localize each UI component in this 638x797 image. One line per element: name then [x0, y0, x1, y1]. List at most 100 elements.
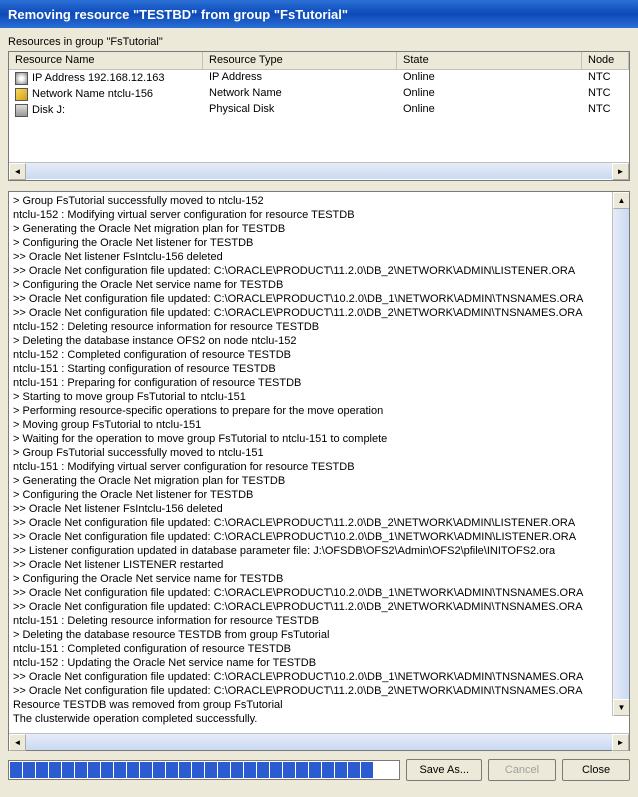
log-line: > Moving group FsTutorial to ntclu-151 [13, 418, 625, 432]
progress-block [49, 762, 61, 778]
log-line: >> Oracle Net configuration file updated… [13, 600, 625, 614]
log-line: > Configuring the Oracle Net service nam… [13, 572, 625, 586]
log-hscroll[interactable]: ◄ ► [9, 733, 629, 750]
progress-block [88, 762, 100, 778]
cell-state: Online [397, 70, 582, 86]
log-line: >> Oracle Net listener FsIntclu-156 dele… [13, 250, 625, 264]
log-line: > Starting to move group FsTutorial to n… [13, 390, 625, 404]
log-line: > Group FsTutorial successfully moved to… [13, 446, 625, 460]
progress-block [309, 762, 321, 778]
log-line: ntclu-151 : Deleting resource informatio… [13, 614, 625, 628]
cell-type: IP Address [203, 70, 397, 86]
save-as-button[interactable]: Save As... [406, 759, 482, 781]
resources-group-label: Resources in group "FsTutorial" [8, 36, 630, 48]
progress-bar [8, 760, 400, 780]
progress-block [75, 762, 87, 778]
log-line: > Deleting the database resource TESTDB … [13, 628, 625, 642]
cell-name: Network Name ntclu-156 [32, 88, 153, 100]
progress-block [348, 762, 360, 778]
log-line: >> Oracle Net configuration file updated… [13, 586, 625, 600]
scroll-track[interactable] [26, 163, 612, 179]
log-line: ntclu-151 : Completed configuration of r… [13, 642, 625, 656]
scroll-left-icon[interactable]: ◄ [9, 163, 26, 180]
progress-block [296, 762, 308, 778]
close-button[interactable]: Close [562, 759, 630, 781]
cancel-button: Cancel [488, 759, 556, 781]
col-header-node[interactable]: Node [582, 52, 629, 69]
titlebar: Removing resource "TESTBD" from group "F… [0, 0, 638, 28]
cell-type: Physical Disk [203, 102, 397, 118]
log-line: > Deleting the database instance OFS2 on… [13, 334, 625, 348]
resource-icon [15, 104, 28, 117]
col-header-type[interactable]: Resource Type [203, 52, 397, 69]
log-line: ntclu-151 : Starting configuration of re… [13, 362, 625, 376]
log-scroll-right-icon[interactable]: ► [612, 734, 629, 751]
resources-table: Resource Name Resource Type State Node I… [8, 51, 630, 181]
log-panel: > Group FsTutorial successfully moved to… [8, 191, 630, 751]
progress-block [140, 762, 152, 778]
log-scroll-left-icon[interactable]: ◄ [9, 734, 26, 751]
log-line: > Configuring the Oracle Net listener fo… [13, 236, 625, 250]
cell-name: Disk J: [32, 104, 65, 116]
log-vscroll[interactable]: ▲ ▼ [612, 192, 629, 716]
log-line: ntclu-152 : Completed configuration of r… [13, 348, 625, 362]
progress-block [322, 762, 334, 778]
progress-block [335, 762, 347, 778]
log-line: >> Oracle Net listener FsIntclu-156 dele… [13, 502, 625, 516]
log-line: >> Oracle Net configuration file updated… [13, 516, 625, 530]
log-scroll-track[interactable] [26, 734, 612, 750]
bottom-bar: Save As... Cancel Close [8, 759, 630, 781]
log-line: ntclu-152 : Deleting resource informatio… [13, 320, 625, 334]
progress-block [205, 762, 217, 778]
log-line: >> Listener configuration updated in dat… [13, 544, 625, 558]
progress-block [231, 762, 243, 778]
progress-block [62, 762, 74, 778]
log-line: > Generating the Oracle Net migration pl… [13, 222, 625, 236]
log-line: > Group FsTutorial successfully moved to… [13, 194, 625, 208]
log-line: >> Oracle Net configuration file updated… [13, 530, 625, 544]
cell-state: Online [397, 86, 582, 102]
log-line: > Configuring the Oracle Net listener fo… [13, 488, 625, 502]
table-hscroll[interactable]: ◄ ► [9, 162, 629, 179]
table-header-row: Resource Name Resource Type State Node [9, 52, 629, 70]
table-row[interactable]: IP Address 192.168.12.163 IP AddressOnlin… [9, 70, 629, 86]
cell-node: NTC [582, 86, 629, 102]
progress-block [36, 762, 48, 778]
progress-block [270, 762, 282, 778]
log-line: > Configuring the Oracle Net service nam… [13, 278, 625, 292]
log-line: Resource TESTDB was removed from group F… [13, 698, 625, 712]
log-lines: > Group FsTutorial successfully moved to… [13, 194, 625, 726]
cell-node: NTC [582, 102, 629, 118]
log-line: > Performing resource-specific operation… [13, 404, 625, 418]
cell-node: NTC [582, 70, 629, 86]
scroll-right-icon[interactable]: ► [612, 163, 629, 180]
cell-state: Online [397, 102, 582, 118]
table-row[interactable]: Disk J: Physical DiskOnlineNTC [9, 102, 629, 118]
log-line: ntclu-152 : Modifying virtual server con… [13, 208, 625, 222]
col-header-state[interactable]: State [397, 52, 582, 69]
log-line: >> Oracle Net configuration file updated… [13, 670, 625, 684]
log-line: >> Oracle Net listener LISTENER restarte… [13, 558, 625, 572]
scroll-down-icon[interactable]: ▼ [613, 699, 629, 716]
cell-name: IP Address 192.168.12.163 [32, 72, 165, 84]
cell-type: Network Name [203, 86, 397, 102]
progress-block [153, 762, 165, 778]
log-line: ntclu-151 : Modifying virtual server con… [13, 460, 625, 474]
log-line: > Waiting for the operation to move grou… [13, 432, 625, 446]
table-row[interactable]: Network Name ntclu-156 Network NameOnline… [9, 86, 629, 102]
progress-block [283, 762, 295, 778]
log-line: >> Oracle Net configuration file updated… [13, 684, 625, 698]
log-line: > Generating the Oracle Net migration pl… [13, 474, 625, 488]
progress-block [114, 762, 126, 778]
vscroll-track[interactable] [613, 209, 629, 699]
progress-block [179, 762, 191, 778]
log-line: >> Oracle Net configuration file updated… [13, 292, 625, 306]
window-title: Removing resource "TESTBD" from group "F… [8, 7, 348, 22]
progress-block [10, 762, 22, 778]
scroll-up-icon[interactable]: ▲ [613, 192, 629, 209]
log-line: The clusterwide operation completed succ… [13, 712, 625, 726]
progress-block [257, 762, 269, 778]
col-header-name[interactable]: Resource Name [9, 52, 203, 69]
log-line: >> Oracle Net configuration file updated… [13, 306, 625, 320]
progress-block [361, 762, 373, 778]
